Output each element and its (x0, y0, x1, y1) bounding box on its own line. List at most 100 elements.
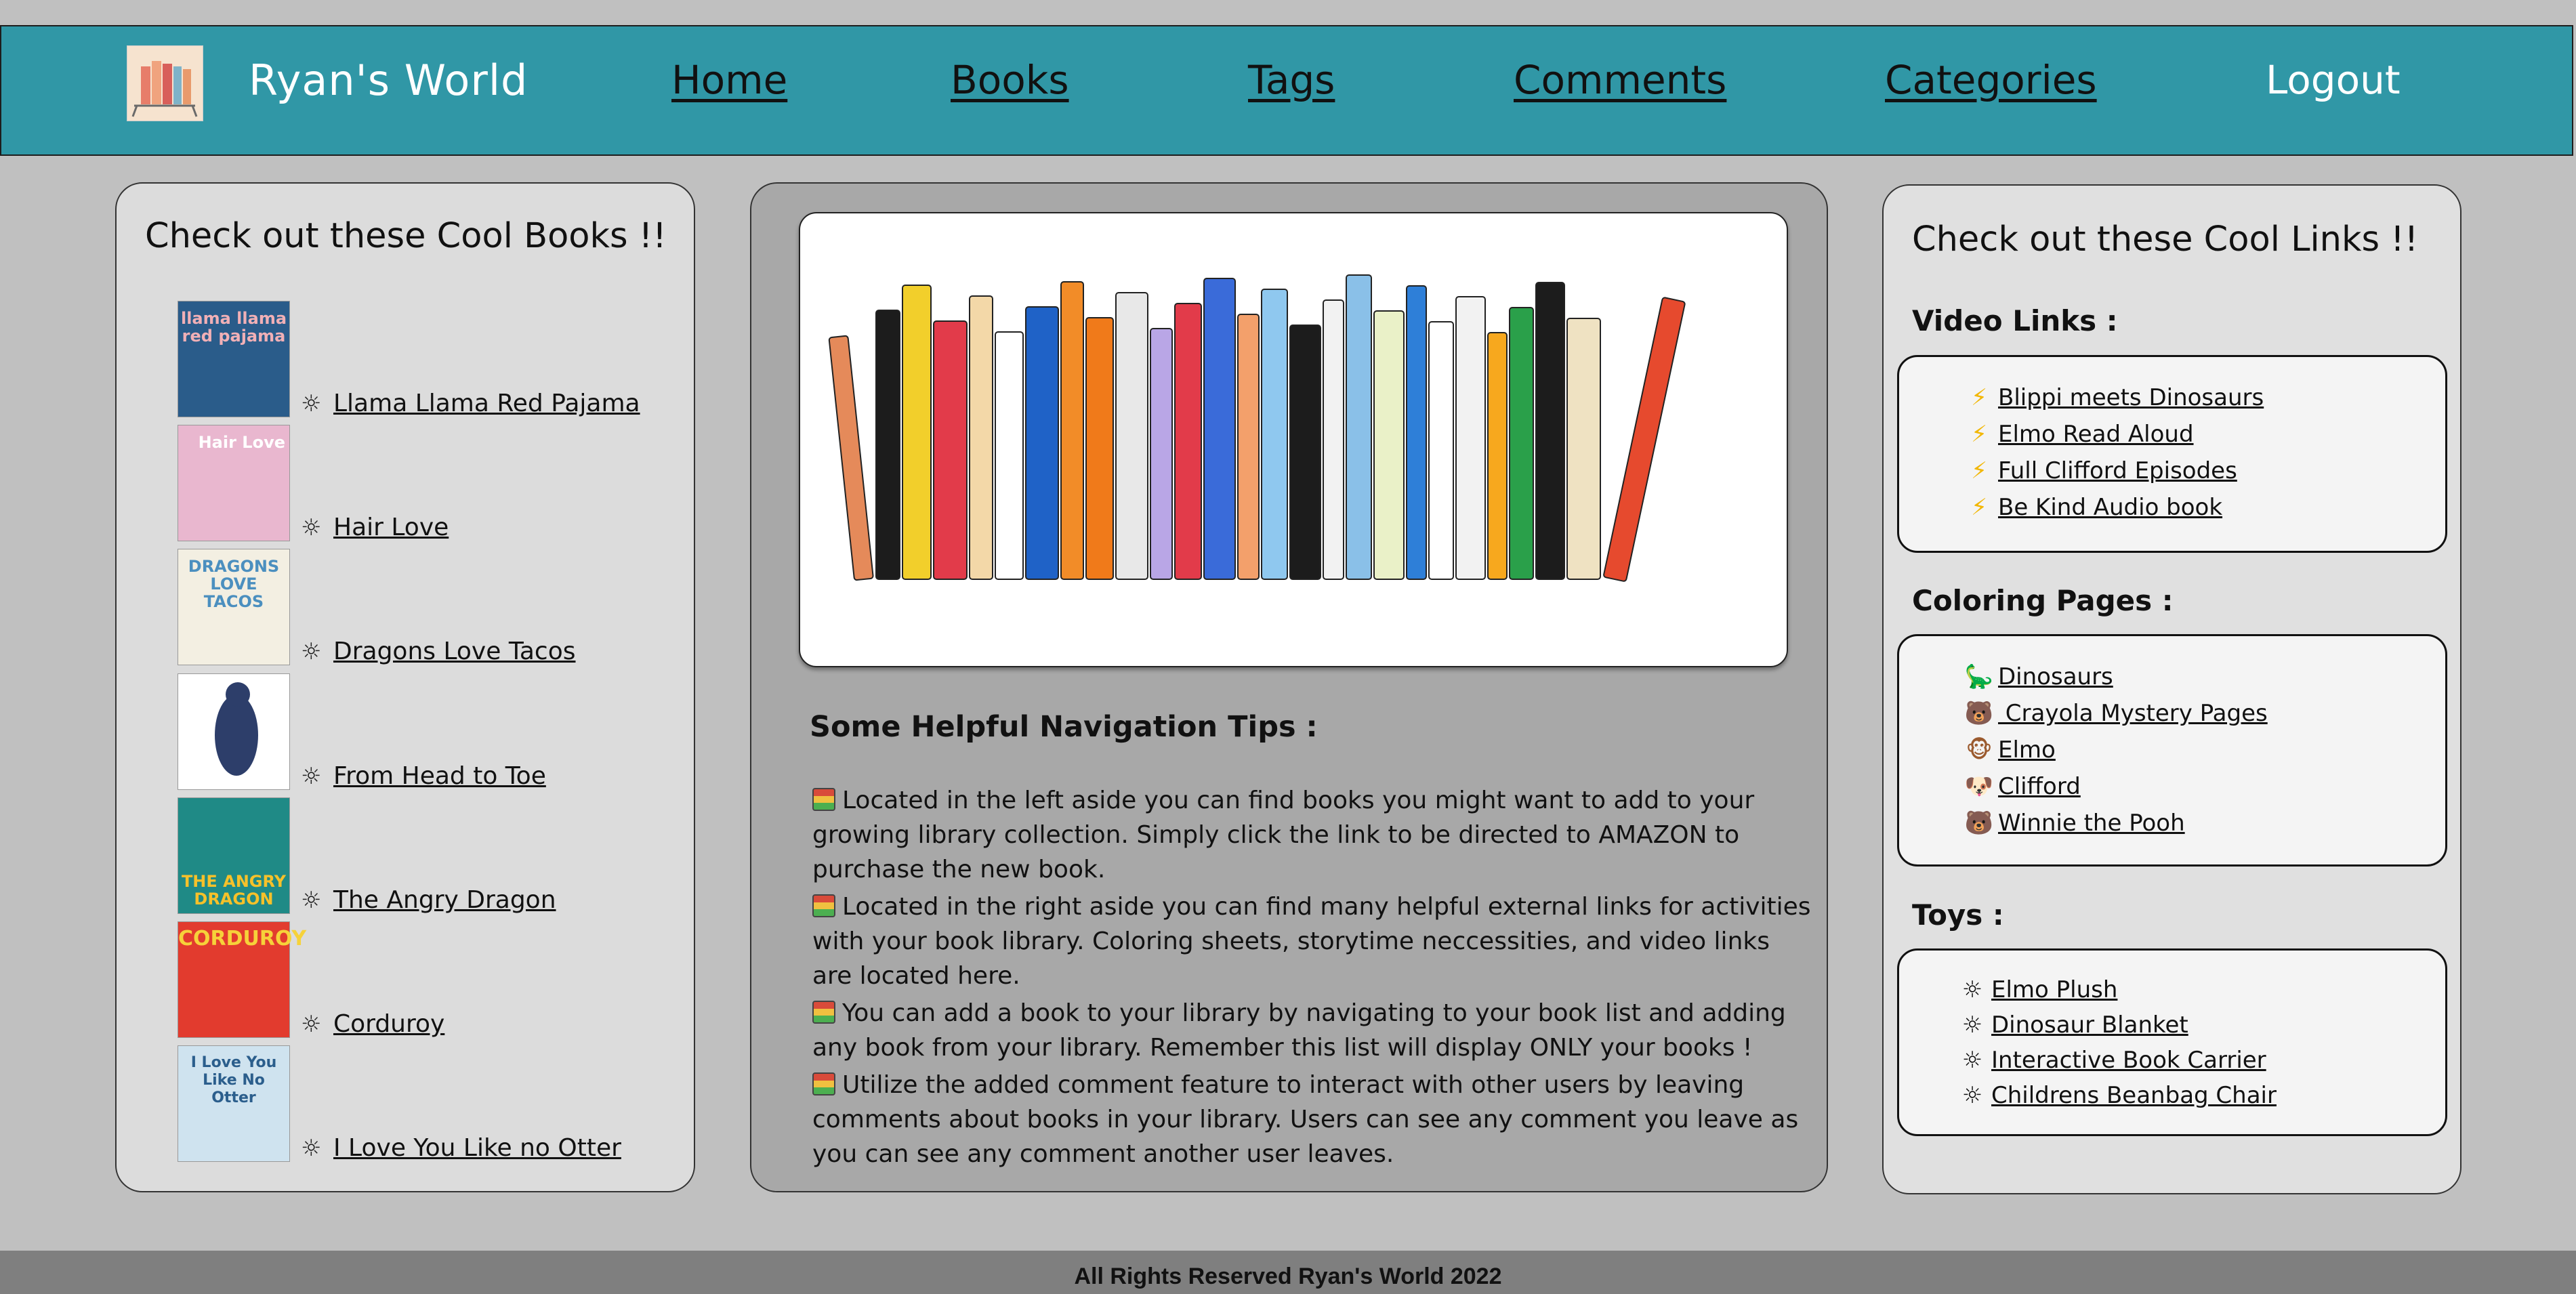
sun-icon: ☼ (1961, 1082, 1983, 1109)
cool-books-aside: Check out these Cool Books !! llama llam… (115, 182, 695, 1192)
sun-icon: ☼ (301, 763, 322, 790)
nav-comments[interactable]: Comments (1514, 57, 1726, 103)
book-spine (995, 331, 1024, 580)
toy-link[interactable]: Elmo Plush (1991, 976, 2117, 1003)
monkey-icon: 🐵 (1966, 736, 1993, 764)
book-spine (1289, 325, 1321, 580)
coloring-link[interactable]: Elmo (1998, 736, 2056, 764)
cool-links-title: Check out these Cool Links !! (1912, 220, 2419, 259)
toy-link-item: ☼ Childrens Beanbag Chair (1957, 1082, 2277, 1109)
book-link[interactable]: Hair Love (333, 514, 449, 541)
coloring-link-item: 🐻 Crayola Mystery Pages (1964, 700, 2268, 727)
tips-title: Some Helpful Navigation Tips : (810, 710, 1318, 744)
nav-home[interactable]: Home (671, 57, 787, 103)
sun-icon: ☼ (301, 1135, 322, 1162)
book-spine (1566, 318, 1601, 580)
book-spine (1203, 278, 1236, 580)
book-spine (1509, 307, 1534, 580)
sun-icon: ☼ (301, 638, 322, 665)
sun-icon: ☼ (301, 514, 322, 541)
book-link[interactable]: Dragons Love Tacos (333, 638, 576, 665)
video-link[interactable]: Be Kind Audio book (1998, 494, 2222, 521)
bear-icon: 🐻 (1964, 700, 1994, 727)
book-spine (1406, 285, 1427, 580)
nav-books[interactable]: Books (951, 57, 1069, 103)
video-link-item: ⚡ Full Clifford Episodes (1964, 457, 2237, 484)
book-spine (969, 295, 993, 580)
book-item: llama llama red pajama ☼ Llama Llama Red… (178, 301, 679, 420)
lightning-icon: ⚡ (1971, 494, 1987, 521)
cool-links-aside: Check out these Cool Links !! Video Link… (1882, 184, 2461, 1194)
toy-link-item: ☼ Dinosaur Blanket (1957, 1011, 2188, 1039)
coloring-link[interactable]: Winnie the Pooh (1998, 810, 2185, 837)
book-cover[interactable]: CORDUROY (178, 921, 306, 1038)
book-link[interactable]: I Love You Like no Otter (333, 1134, 621, 1162)
sun-icon: ☼ (301, 887, 322, 914)
book-spine (1535, 282, 1565, 580)
books-stack-icon (812, 894, 835, 917)
video-link[interactable]: Elmo Read Aloud (1998, 421, 2194, 448)
book-spine (1603, 297, 1686, 582)
book-spine (1455, 296, 1486, 580)
tip-item: Located in the right aside you can find … (812, 893, 1811, 990)
tip-item: You can add a book to your library by na… (812, 999, 1786, 1062)
video-link[interactable]: Full Clifford Episodes (1998, 457, 2237, 484)
book-item: ☼ From Head to Toe (178, 673, 679, 793)
video-link-item: ⚡ Elmo Read Aloud (1964, 421, 2194, 448)
coloring-pages-box: 🦕 Dinosaurs 🐻 Crayola Mystery Pages 🐵 Elmo… (1897, 634, 2447, 867)
book-item: I Love You Like No Otter ☼ I Love You Li… (178, 1045, 679, 1165)
book-cover[interactable]: THE ANGRY DRAGON (178, 797, 290, 914)
coloring-link[interactable]: Crayola Mystery Pages (1998, 700, 2268, 727)
book-link[interactable]: Corduroy (333, 1010, 444, 1038)
nav-tags[interactable]: Tags (1248, 57, 1335, 103)
coloring-link-item: 🐶 Clifford (1964, 773, 2081, 800)
coloring-link-item: 🐵 Elmo (1964, 736, 2056, 764)
book-link[interactable]: From Head to Toe (333, 762, 546, 790)
sun-icon: ☼ (301, 390, 322, 417)
book-spine (828, 335, 874, 581)
main-content: Some Helpful Navigation Tips : Located i… (750, 182, 1828, 1192)
sun-icon: ☼ (1961, 976, 1983, 1003)
books-logo-icon[interactable] (127, 45, 203, 121)
books-stack-icon (812, 788, 835, 811)
video-links-label: Video Links : (1912, 304, 2118, 337)
toys-label: Toys : (1912, 898, 2004, 932)
tip-item: Utilize the added comment feature to int… (812, 1071, 1799, 1168)
site-title: Ryan's World (249, 56, 528, 105)
book-link[interactable]: Llama Llama Red Pajama (333, 390, 640, 417)
book-item: DRAGONS LOVE TACOS ☼ Dragons Love Tacos (178, 549, 679, 668)
cool-books-title: Check out these Cool Books !! (145, 216, 667, 256)
toy-link[interactable]: Dinosaur Blanket (1991, 1011, 2188, 1039)
book-cover[interactable] (178, 673, 290, 790)
book-spine (1115, 292, 1148, 580)
video-links-box: ⚡ Blippi meets Dinosaurs ⚡ Elmo Read Aloud… (1897, 355, 2447, 553)
book-cover[interactable]: I Love You Like No Otter (178, 1045, 290, 1162)
tip-item: Located in the left aside you can find b… (812, 787, 1755, 883)
book-spine (1323, 299, 1344, 580)
book-spine (875, 310, 900, 580)
book-spine (1237, 314, 1260, 580)
coloring-link[interactable]: Clifford (1998, 773, 2081, 800)
book-link[interactable]: The Angry Dragon (333, 886, 556, 914)
book-cover[interactable]: llama llama red pajama (178, 301, 290, 417)
book-spine (1060, 281, 1084, 580)
books-stack-icon (812, 1001, 835, 1024)
video-link[interactable]: Blippi meets Dinosaurs (1998, 384, 2264, 411)
book-spine (1261, 289, 1288, 580)
book-spine (1428, 321, 1454, 580)
book-cover[interactable]: DRAGONS LOVE TACOS (178, 549, 290, 665)
book-spine (1085, 317, 1114, 580)
book-cover[interactable]: Hair Love (178, 425, 290, 541)
nav-logout[interactable]: Logout (2266, 57, 2401, 103)
nav-categories[interactable]: Categories (1885, 57, 2097, 103)
book-spine (1150, 328, 1173, 580)
toy-link[interactable]: Interactive Book Carrier (1991, 1047, 2266, 1074)
toys-box: ☼ Elmo Plush ☼ Dinosaur Blanket ☼ Interacti… (1897, 948, 2447, 1136)
book-item: THE ANGRY DRAGON ☼ The Angry Dragon (178, 797, 679, 917)
site-header: Ryan's World Home Books Tags Comments Ca… (0, 25, 2573, 156)
toy-link[interactable]: Childrens Beanbag Chair (1991, 1082, 2277, 1109)
coloring-link[interactable]: Dinosaurs (1998, 663, 2113, 690)
lightning-icon: ⚡ (1971, 421, 1987, 448)
book-spine (1346, 274, 1372, 580)
books-stack-icon (812, 1072, 835, 1095)
